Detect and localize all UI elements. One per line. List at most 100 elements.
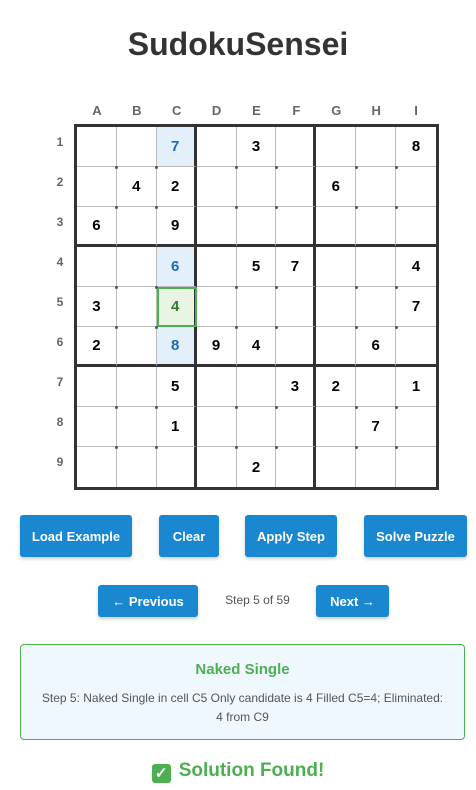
cell-d5[interactable] <box>196 287 237 327</box>
step-description: Step 5: Naked Single in cell C5 Only can… <box>41 691 444 724</box>
cell-g9[interactable] <box>316 447 357 487</box>
cell-c4[interactable]: 6 <box>156 247 197 287</box>
apply-step-button[interactable]: Apply Step <box>245 515 337 557</box>
grid-dot <box>274 445 278 449</box>
cell-g1[interactable] <box>316 127 357 167</box>
cell-d1[interactable] <box>196 127 237 167</box>
cell-g7[interactable]: 2 <box>316 367 357 407</box>
cell-h3[interactable] <box>356 207 397 247</box>
cell-g2[interactable]: 6 <box>316 167 357 207</box>
row-header-5: 5 <box>56 295 64 309</box>
cell-h9[interactable] <box>356 447 397 487</box>
next-step-button[interactable]: Next → <box>316 585 389 617</box>
cell-h8[interactable]: 7 <box>356 407 397 447</box>
cell-f4[interactable]: 7 <box>276 247 317 287</box>
grid-dot <box>394 405 398 409</box>
cell-f5[interactable] <box>276 287 317 327</box>
cell-i7[interactable]: 1 <box>396 367 436 407</box>
cell-b5[interactable] <box>116 287 157 327</box>
cell-c2[interactable]: 2 <box>156 167 197 207</box>
grid-dot <box>354 445 358 449</box>
cell-c6[interactable]: 8 <box>156 327 197 367</box>
cell-h2[interactable] <box>356 167 397 207</box>
cell-b3[interactable] <box>116 207 157 247</box>
cell-e1[interactable]: 3 <box>236 127 277 167</box>
cell-i1[interactable]: 8 <box>396 127 436 167</box>
column-header-b: B <box>132 103 142 118</box>
cell-c7[interactable]: 5 <box>156 367 197 407</box>
cell-f1[interactable] <box>276 127 317 167</box>
cell-e7[interactable] <box>236 367 277 407</box>
cell-i9[interactable] <box>396 447 436 487</box>
previous-step-button[interactable]: ← Previous <box>98 585 198 617</box>
cell-i3[interactable] <box>396 207 436 247</box>
clear-button[interactable]: Clear <box>159 515 219 557</box>
cell-b4[interactable] <box>116 247 157 287</box>
cell-h1[interactable] <box>356 127 397 167</box>
cell-a5[interactable]: 3 <box>77 287 117 327</box>
cell-h7[interactable] <box>356 367 397 407</box>
cell-b2[interactable]: 4 <box>116 167 157 207</box>
cell-h5[interactable] <box>356 287 397 327</box>
cell-a8[interactable] <box>77 407 117 447</box>
cell-a9[interactable] <box>77 447 117 487</box>
load-example-button[interactable]: Load Example <box>20 515 132 557</box>
cell-d3[interactable] <box>196 207 237 247</box>
checkmark-icon: ✓ <box>151 764 171 783</box>
cell-f8[interactable] <box>276 407 317 447</box>
cell-d7[interactable] <box>196 367 237 407</box>
cell-c1[interactable]: 7 <box>156 127 197 167</box>
cell-f3[interactable] <box>276 207 317 247</box>
cell-b1[interactable] <box>116 127 157 167</box>
sudoku-grid: 738426696574347289465321172 <box>74 124 439 490</box>
cell-d8[interactable] <box>196 407 237 447</box>
cell-b7[interactable] <box>116 367 157 407</box>
cell-c8[interactable]: 1 <box>156 407 197 447</box>
cell-e5[interactable] <box>236 287 277 327</box>
cell-i2[interactable] <box>396 167 436 207</box>
cell-g3[interactable] <box>316 207 357 247</box>
cell-e3[interactable] <box>236 207 277 247</box>
cell-d4[interactable] <box>196 247 237 287</box>
cell-g4[interactable] <box>316 247 357 287</box>
solve-puzzle-button[interactable]: Solve Puzzle <box>364 515 467 557</box>
cell-b8[interactable] <box>116 407 157 447</box>
cell-e8[interactable] <box>236 407 277 447</box>
cell-i5[interactable]: 7 <box>396 287 436 327</box>
cell-b9[interactable] <box>117 447 157 487</box>
grid-dot <box>394 285 398 289</box>
grid-dot <box>394 205 398 209</box>
cell-a4[interactable] <box>77 247 117 287</box>
cell-f2[interactable] <box>276 167 317 207</box>
cell-d9[interactable] <box>197 447 237 487</box>
cell-h6[interactable]: 6 <box>356 327 397 367</box>
cell-f9[interactable] <box>276 447 317 487</box>
cell-a3[interactable]: 6 <box>77 207 117 247</box>
cell-a7[interactable] <box>77 367 117 407</box>
cell-f7[interactable]: 3 <box>276 367 317 407</box>
cell-e4[interactable]: 5 <box>236 247 277 287</box>
cell-h4[interactable] <box>356 247 397 287</box>
cell-g6[interactable] <box>316 327 357 367</box>
cell-d6[interactable]: 9 <box>196 327 237 367</box>
cell-b6[interactable] <box>116 327 157 367</box>
cell-c5[interactable]: 4 <box>156 287 197 327</box>
row-header-6: 6 <box>56 335 64 349</box>
cell-i8[interactable] <box>396 407 436 447</box>
cell-i4[interactable]: 4 <box>396 247 436 287</box>
cell-g8[interactable] <box>316 407 357 447</box>
page-title: SudokuSensei <box>127 26 349 62</box>
cell-e2[interactable] <box>236 167 277 207</box>
cell-g5[interactable] <box>316 287 357 327</box>
cell-e6[interactable]: 4 <box>236 327 277 367</box>
cell-c9[interactable] <box>157 447 197 487</box>
cell-c3[interactable]: 9 <box>156 207 197 247</box>
cell-a6[interactable]: 2 <box>77 327 117 367</box>
column-header-d: D <box>211 103 222 118</box>
cell-d2[interactable] <box>196 167 237 207</box>
cell-a2[interactable] <box>77 167 117 207</box>
cell-i6[interactable] <box>396 327 436 367</box>
cell-f6[interactable] <box>276 327 317 367</box>
cell-e9[interactable]: 2 <box>237 447 277 487</box>
cell-a1[interactable] <box>77 127 117 167</box>
